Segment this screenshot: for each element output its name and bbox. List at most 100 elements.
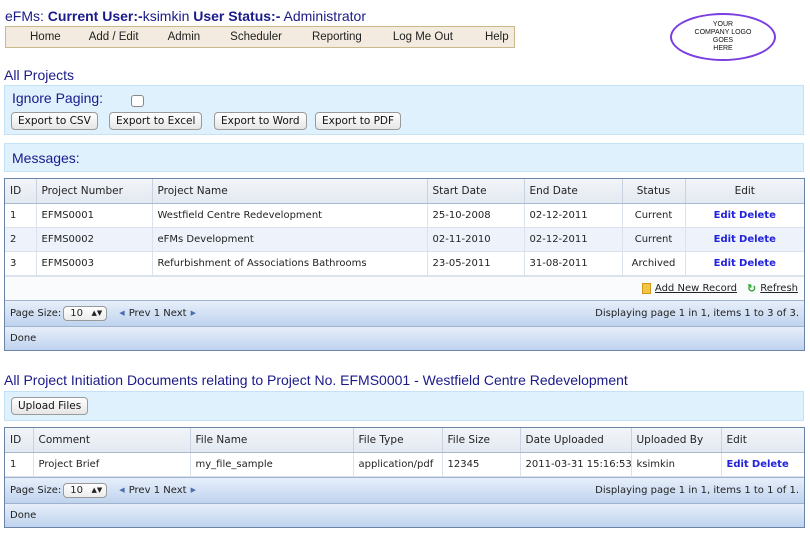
refresh-link[interactable]: Refresh xyxy=(760,283,798,294)
edit-link[interactable]: Edit xyxy=(714,258,736,269)
table-row[interactable]: 1 Project Brief my_file_sample applicati… xyxy=(5,452,804,477)
delete-link[interactable]: Delete xyxy=(739,258,776,269)
cell-start-date: 23-05-2011 xyxy=(427,251,525,276)
col-header-file-name[interactable]: File Name xyxy=(190,428,354,453)
cell-project-name: Refurbishment of Associations Bathrooms xyxy=(152,251,428,276)
cell-project-number: EFMS0003 xyxy=(36,251,153,276)
current-user-label: Current User:- xyxy=(47,8,143,24)
col-header-edit: Edit xyxy=(685,179,804,204)
table-row[interactable]: 3 EFMS0003 Refurbishment of Associations… xyxy=(5,251,804,276)
col-header-status[interactable]: Status xyxy=(622,179,686,204)
cell-project-name: Westfield Centre Redevelopment xyxy=(152,203,428,228)
add-record-icon xyxy=(641,282,651,294)
prev-page-link[interactable]: Prev xyxy=(129,308,151,319)
export-csv-button[interactable]: Export to CSV xyxy=(11,112,98,130)
upload-files-button[interactable]: Upload Files xyxy=(11,397,89,415)
menu-admin[interactable]: Admin xyxy=(168,31,201,43)
next-page-link[interactable]: Next xyxy=(163,308,186,319)
col-header-id[interactable]: ID xyxy=(5,179,37,204)
stepper-icon: ▲▼ xyxy=(91,309,103,317)
export-excel-button[interactable]: Export to Excel xyxy=(109,112,203,130)
cell-end-date: 02-12-2011 xyxy=(524,227,623,252)
prev-arrow-icon: ◀ xyxy=(119,309,125,317)
all-projects-title: All Projects xyxy=(4,67,75,83)
col-header-uploaded-by[interactable]: Uploaded By xyxy=(631,428,722,453)
edit-link[interactable]: Edit xyxy=(714,234,736,245)
documents-status-bar: Done xyxy=(5,502,804,527)
cell-status: Current xyxy=(622,227,686,252)
page-number-link[interactable]: 1 xyxy=(154,308,160,319)
logo-line: GOES xyxy=(712,37,734,44)
paging-info: Displaying page 1 in 1, items 1 to 1 of … xyxy=(595,484,799,496)
export-pdf-button[interactable]: Export to PDF xyxy=(315,112,402,130)
prev-arrow-icon: ◀ xyxy=(119,486,125,494)
table-row[interactable]: 2 EFMS0002 eFMs Development 02-11-2010 0… xyxy=(5,227,804,252)
delete-link[interactable]: Delete xyxy=(752,459,789,470)
col-header-project-number[interactable]: Project Number xyxy=(36,179,153,204)
menu-log-me-out[interactable]: Log Me Out xyxy=(393,31,453,43)
cell-project-name: eFMs Development xyxy=(152,227,428,252)
ignore-paging-label: Ignore Paging: xyxy=(12,90,104,106)
col-header-comment[interactable]: Comment xyxy=(33,428,191,453)
prev-page-link[interactable]: Prev xyxy=(129,485,151,496)
menu-home[interactable]: Home xyxy=(30,31,61,43)
documents-title: All Project Initiation Documents relatin… xyxy=(4,372,628,388)
col-header-file-type[interactable]: File Type xyxy=(353,428,443,453)
documents-grid: ID Comment File Name File Type File Size… xyxy=(4,427,805,528)
user-status: Administrator xyxy=(283,8,366,24)
menu-reporting[interactable]: Reporting xyxy=(312,31,362,43)
export-panel: Ignore Paging: Export to CSV Export to E… xyxy=(4,85,804,135)
col-header-start-date[interactable]: Start Date xyxy=(427,179,525,204)
table-row[interactable]: 1 EFMS0001 Westfield Centre Redevelopmen… xyxy=(5,203,804,228)
page-size-label: Page Size: xyxy=(10,307,62,319)
page-size-select[interactable]: 10 ▲▼ xyxy=(63,305,108,321)
page-number-link[interactable]: 1 xyxy=(154,485,160,496)
command-row: Add New Record ↻ Refresh xyxy=(5,275,804,300)
page-size-select[interactable]: 10 ▲▼ xyxy=(63,482,108,498)
cell-file-name: my_file_sample xyxy=(190,452,354,477)
logo-line: COMPANY LOGO xyxy=(694,29,752,36)
cell-date-uploaded: 2011-03-31 15:16:53 xyxy=(520,452,632,477)
menu-add-edit[interactable]: Add / Edit xyxy=(89,31,139,43)
cell-edit: Edit Delete xyxy=(721,452,804,477)
refresh-icon: ↻ xyxy=(747,281,757,295)
messages-panel: Messages: xyxy=(4,143,804,172)
projects-status-bar: Done xyxy=(5,325,804,350)
user-status-label: User Status:- xyxy=(193,8,281,24)
col-header-file-size[interactable]: File Size xyxy=(442,428,521,453)
next-page-link[interactable]: Next xyxy=(163,485,186,496)
cell-start-date: 25-10-2008 xyxy=(427,203,525,228)
cell-file-size: 12345 xyxy=(442,452,521,477)
projects-header-row: ID Project Number Project Name Start Dat… xyxy=(5,179,804,204)
col-header-project-name[interactable]: Project Name xyxy=(152,179,428,204)
col-header-id[interactable]: ID xyxy=(5,428,34,453)
messages-label: Messages: xyxy=(12,150,80,166)
col-header-end-date[interactable]: End Date xyxy=(524,179,623,204)
page-size-label: Page Size: xyxy=(10,484,62,496)
projects-grid: ID Project Number Project Name Start Dat… xyxy=(4,178,805,351)
cell-id: 1 xyxy=(5,203,37,228)
cell-project-number: EFMS0002 xyxy=(36,227,153,252)
add-new-record-link[interactable]: Add New Record xyxy=(655,283,737,294)
cell-comment: Project Brief xyxy=(33,452,191,477)
edit-link[interactable]: Edit xyxy=(727,459,749,470)
delete-link[interactable]: Delete xyxy=(739,234,776,245)
logo-line: HERE xyxy=(713,45,733,52)
delete-link[interactable]: Delete xyxy=(739,210,776,221)
next-arrow-icon: ▶ xyxy=(190,309,196,317)
menu-scheduler[interactable]: Scheduler xyxy=(230,31,282,43)
cell-id: 1 xyxy=(5,452,34,477)
app-name: eFMs: xyxy=(5,8,44,24)
cell-id: 3 xyxy=(5,251,37,276)
paging-info: Displaying page 1 in 1, items 1 to 3 of … xyxy=(595,307,799,319)
cell-edit: Edit Delete xyxy=(685,251,804,276)
current-user: ksimkin xyxy=(142,8,190,24)
col-header-date-uploaded[interactable]: Date Uploaded xyxy=(520,428,632,453)
export-word-button[interactable]: Export to Word xyxy=(214,112,307,130)
ignore-paging-checkbox[interactable] xyxy=(131,95,144,107)
app-header: eFMs: Current User:-ksimkin User Status:… xyxy=(5,8,366,24)
cell-status: Archived xyxy=(622,251,686,276)
menu-help[interactable]: Help xyxy=(485,31,509,43)
cell-id: 2 xyxy=(5,227,37,252)
edit-link[interactable]: Edit xyxy=(714,210,736,221)
